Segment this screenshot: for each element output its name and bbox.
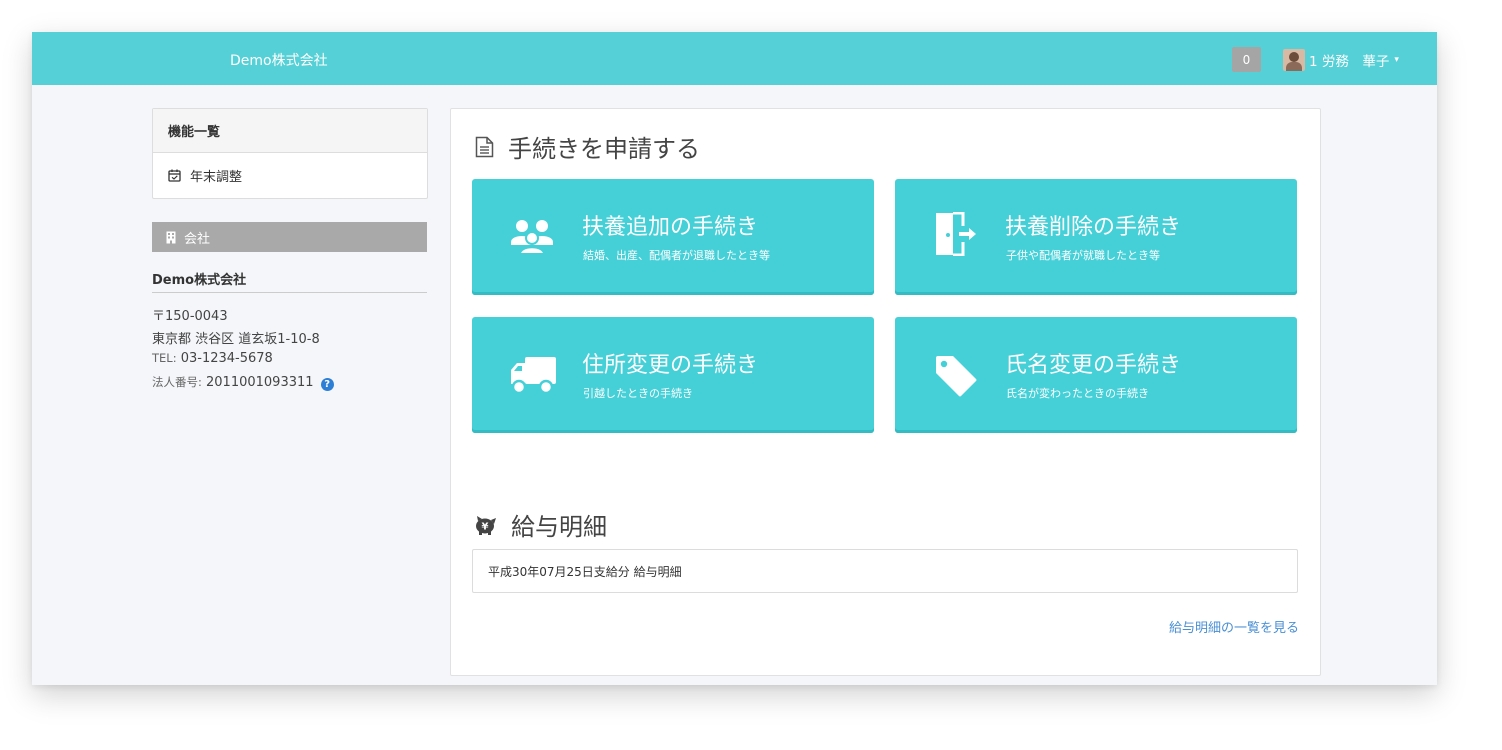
- procedures-heading: 手続きを申請する: [475, 129, 700, 164]
- sidebar-item-year-end-adjustment[interactable]: 年末調整: [153, 153, 427, 197]
- tile-name-change[interactable]: 氏名変更の手続き 氏名が変わったときの手続き: [895, 317, 1297, 433]
- document-icon: [475, 136, 494, 157]
- company-tel: TEL: 03-1234-5678: [152, 351, 273, 366]
- tile-subtitle: 引越したときの手続き: [583, 387, 693, 400]
- corporate-number: 法人番号: 2011001093311 ?: [152, 374, 334, 391]
- tile-title: 氏名変更の手続き: [1005, 353, 1182, 378]
- tel-label: TEL:: [152, 351, 177, 365]
- payslip-item[interactable]: 平成30年07月25日支給分 給与明細: [472, 549, 1298, 593]
- tile-address-change[interactable]: 住所変更の手続き 引越したときの手続き: [472, 317, 874, 433]
- function-menu-title: 機能一覧: [153, 109, 427, 153]
- tile-title: 住所変更の手続き: [582, 353, 759, 378]
- chevron-down-icon: ▾: [1394, 54, 1399, 65]
- tile-title: 扶養削除の手続き: [1005, 215, 1182, 240]
- tile-add-dependent[interactable]: 扶養追加の手続き 結婚、出産、配偶者が退職したとき等: [472, 179, 874, 295]
- tile-subtitle: 子供や配偶者が就職したとき等: [1006, 249, 1160, 262]
- tel-value: 03-1234-5678: [180, 351, 273, 366]
- app-window: Demo株式会社 0 1 労務 華子 ▾ 機能一覧 年末調整 会社 Demo株式…: [32, 32, 1437, 685]
- company-name: Demo株式会社: [152, 269, 427, 293]
- tile-subtitle: 結婚、出産、配偶者が退職したとき等: [583, 249, 770, 262]
- view-all-payslips-link[interactable]: 給与明細の一覧を見る: [1169, 617, 1299, 636]
- tag-icon: [936, 356, 977, 397]
- company-section-header: 会社: [152, 222, 427, 252]
- payslip-title: 給与明細: [511, 513, 607, 541]
- door-exit-icon: [936, 212, 976, 256]
- notification-badge[interactable]: 0: [1232, 47, 1261, 72]
- building-icon: [166, 231, 176, 243]
- postal-code: 〒150-0043: [152, 309, 228, 324]
- user-name: 1 労務 華子: [1309, 53, 1390, 70]
- truck-icon: [511, 357, 556, 395]
- sidebar-item-label: 年末調整: [190, 169, 243, 185]
- company-section-label: 会社: [184, 231, 211, 247]
- top-navbar: Demo株式会社 0 1 労務 華子 ▾: [32, 32, 1437, 85]
- tile-subtitle: 氏名が変わったときの手続き: [1006, 387, 1149, 400]
- calendar-check-icon: [168, 169, 181, 182]
- help-icon[interactable]: ?: [320, 378, 334, 391]
- svg-text:¥: ¥: [482, 521, 489, 532]
- corp-number-label: 法人番号:: [152, 375, 202, 389]
- tile-remove-dependent[interactable]: 扶養削除の手続き 子供や配偶者が就職したとき等: [895, 179, 1297, 295]
- main-panel: 手続きを申請する 扶養追加の手続き 結婚、出産、配偶者が退職したとき等 扶養削除…: [450, 108, 1321, 676]
- users-icon: [511, 220, 553, 255]
- payslip-heading: ¥ 給与明細: [475, 507, 607, 542]
- avatar: [1283, 48, 1305, 71]
- function-menu: 機能一覧 年末調整: [152, 108, 428, 199]
- company-address: 東京都 渋谷区 道玄坂1-10-8: [152, 332, 320, 347]
- tile-title: 扶養追加の手続き: [582, 215, 759, 240]
- piggy-bank-yen-icon: ¥: [476, 515, 496, 535]
- user-menu[interactable]: 1 労務 華子 ▾: [1283, 47, 1399, 72]
- brand-link[interactable]: Demo株式会社: [230, 50, 328, 70]
- corp-number-value: 2011001093311: [206, 375, 314, 390]
- procedures-title: 手続きを申請する: [508, 135, 700, 163]
